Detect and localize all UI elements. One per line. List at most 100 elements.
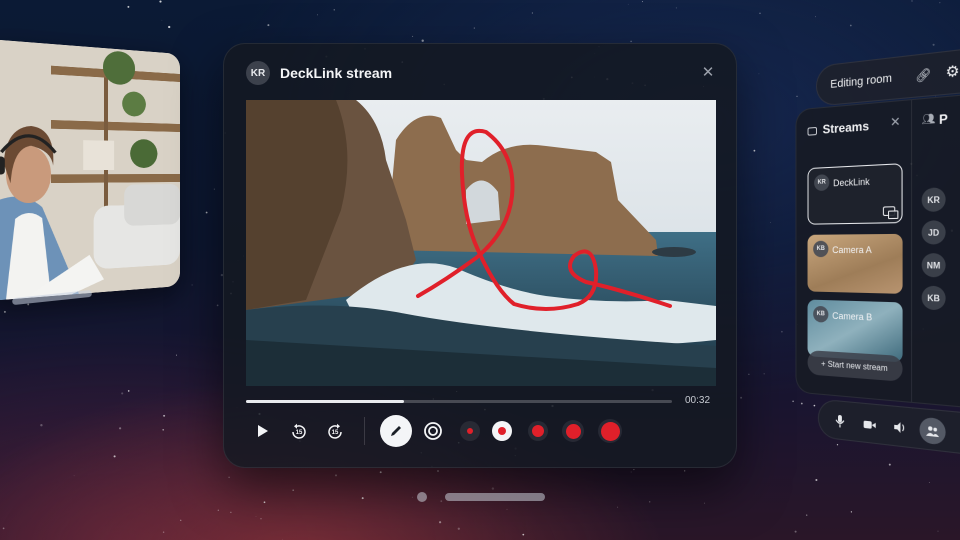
star bbox=[216, 304, 219, 307]
start-new-stream-button[interactable]: + Start new stream bbox=[807, 350, 903, 382]
pen-tool-button[interactable] bbox=[380, 415, 412, 447]
link-icon[interactable]: 🔗︎ bbox=[915, 67, 931, 84]
star bbox=[118, 427, 122, 430]
call-controls-bar bbox=[817, 398, 960, 461]
streams-icon bbox=[807, 126, 817, 136]
people-icon: 👥︎ bbox=[921, 113, 936, 127]
people-icon bbox=[925, 426, 940, 438]
participant-avatar[interactable]: KB bbox=[921, 285, 946, 311]
brush-size-sm[interactable] bbox=[492, 421, 512, 441]
brush-dot bbox=[498, 427, 506, 435]
participant-video-panel[interactable] bbox=[0, 38, 181, 302]
star bbox=[704, 502, 705, 504]
video-player[interactable] bbox=[246, 100, 716, 386]
star bbox=[3, 310, 6, 313]
star bbox=[113, 455, 116, 458]
stream-label: Camera B bbox=[832, 310, 873, 323]
star bbox=[168, 25, 171, 29]
star bbox=[753, 149, 756, 152]
participant-video-image bbox=[0, 38, 181, 302]
window-dot-handle[interactable] bbox=[417, 492, 427, 502]
star bbox=[263, 501, 266, 504]
speaker-button[interactable] bbox=[888, 414, 913, 442]
streams-title-text: Streams bbox=[822, 118, 870, 137]
star bbox=[849, 24, 852, 27]
star bbox=[282, 538, 284, 540]
brush-size-lg[interactable] bbox=[562, 420, 584, 442]
mic-icon bbox=[835, 414, 845, 428]
star bbox=[255, 516, 257, 517]
gear-icon[interactable]: ⚙ bbox=[946, 62, 960, 82]
star bbox=[217, 509, 219, 511]
star bbox=[292, 489, 295, 492]
camera-icon bbox=[863, 420, 876, 429]
room-label: Editing room bbox=[830, 72, 892, 92]
playback-progress-fill bbox=[246, 400, 404, 403]
star bbox=[815, 16, 817, 18]
window-title: DeckLink stream bbox=[280, 65, 393, 81]
target-tool-button[interactable] bbox=[422, 420, 444, 442]
star bbox=[473, 27, 475, 29]
play-button[interactable] bbox=[252, 421, 272, 441]
video-frame bbox=[246, 100, 716, 386]
star bbox=[180, 519, 182, 521]
mic-button[interactable] bbox=[828, 408, 851, 435]
stream-card-camera-a[interactable]: KB Camera A bbox=[807, 233, 903, 294]
star bbox=[317, 14, 318, 16]
brush-size-md[interactable] bbox=[528, 421, 548, 441]
star bbox=[781, 330, 783, 333]
star bbox=[439, 521, 442, 524]
rewind-15-button[interactable]: 15 bbox=[288, 421, 310, 443]
avatar: KR bbox=[246, 61, 270, 85]
forward-label: 15 bbox=[331, 430, 339, 436]
picture-in-picture-icon[interactable] bbox=[882, 206, 896, 217]
camera-button[interactable] bbox=[858, 411, 882, 439]
brush-size-xs[interactable] bbox=[460, 421, 480, 441]
star bbox=[162, 428, 165, 431]
participant-avatar[interactable]: NM bbox=[921, 253, 946, 278]
controls-divider bbox=[364, 417, 365, 445]
star bbox=[127, 390, 130, 392]
stream-badge: KB bbox=[813, 305, 829, 323]
star bbox=[641, 1, 643, 3]
star bbox=[40, 424, 43, 427]
star bbox=[437, 470, 439, 472]
participant-avatar[interactable]: KR bbox=[921, 187, 946, 212]
star bbox=[228, 476, 230, 479]
brush-size-xl[interactable] bbox=[598, 419, 622, 443]
stream-window: KR DeckLink stream ✕ 00:32 15 15 bbox=[223, 43, 737, 468]
star bbox=[684, 470, 686, 472]
stream-card-decklink[interactable]: KR DeckLink bbox=[807, 163, 903, 225]
window-move-handle[interactable] bbox=[445, 493, 545, 501]
star bbox=[205, 211, 208, 214]
star bbox=[260, 518, 262, 520]
target-icon bbox=[424, 422, 442, 440]
forward-15-button[interactable]: 15 bbox=[324, 421, 346, 443]
star bbox=[794, 530, 797, 533]
streams-panel: Streams ✕ KR DeckLink KB Camera A KB Cam… bbox=[795, 90, 960, 412]
star bbox=[763, 373, 765, 375]
star bbox=[506, 508, 508, 510]
stream-label: DeckLink bbox=[833, 176, 870, 189]
star bbox=[748, 373, 750, 375]
star bbox=[191, 284, 193, 286]
star bbox=[412, 35, 414, 37]
star bbox=[758, 73, 760, 75]
collaboration-panels: Editing room 🔗︎ ⚙ Streams ✕ KR DeckLink … bbox=[790, 42, 960, 461]
star bbox=[770, 222, 771, 223]
close-icon[interactable]: ✕ bbox=[698, 63, 718, 83]
star bbox=[27, 303, 30, 306]
people-button[interactable] bbox=[919, 416, 946, 446]
brush-dot bbox=[565, 423, 581, 439]
star bbox=[850, 511, 853, 513]
participant-avatar[interactable]: JD bbox=[921, 220, 946, 245]
star bbox=[836, 444, 839, 446]
star bbox=[127, 5, 130, 8]
chat-button[interactable] bbox=[952, 420, 960, 450]
star bbox=[457, 527, 460, 530]
star bbox=[379, 471, 382, 474]
star bbox=[759, 12, 761, 15]
star bbox=[888, 463, 891, 466]
playback-progress-bar[interactable] bbox=[246, 400, 672, 403]
close-icon[interactable]: ✕ bbox=[890, 114, 900, 130]
